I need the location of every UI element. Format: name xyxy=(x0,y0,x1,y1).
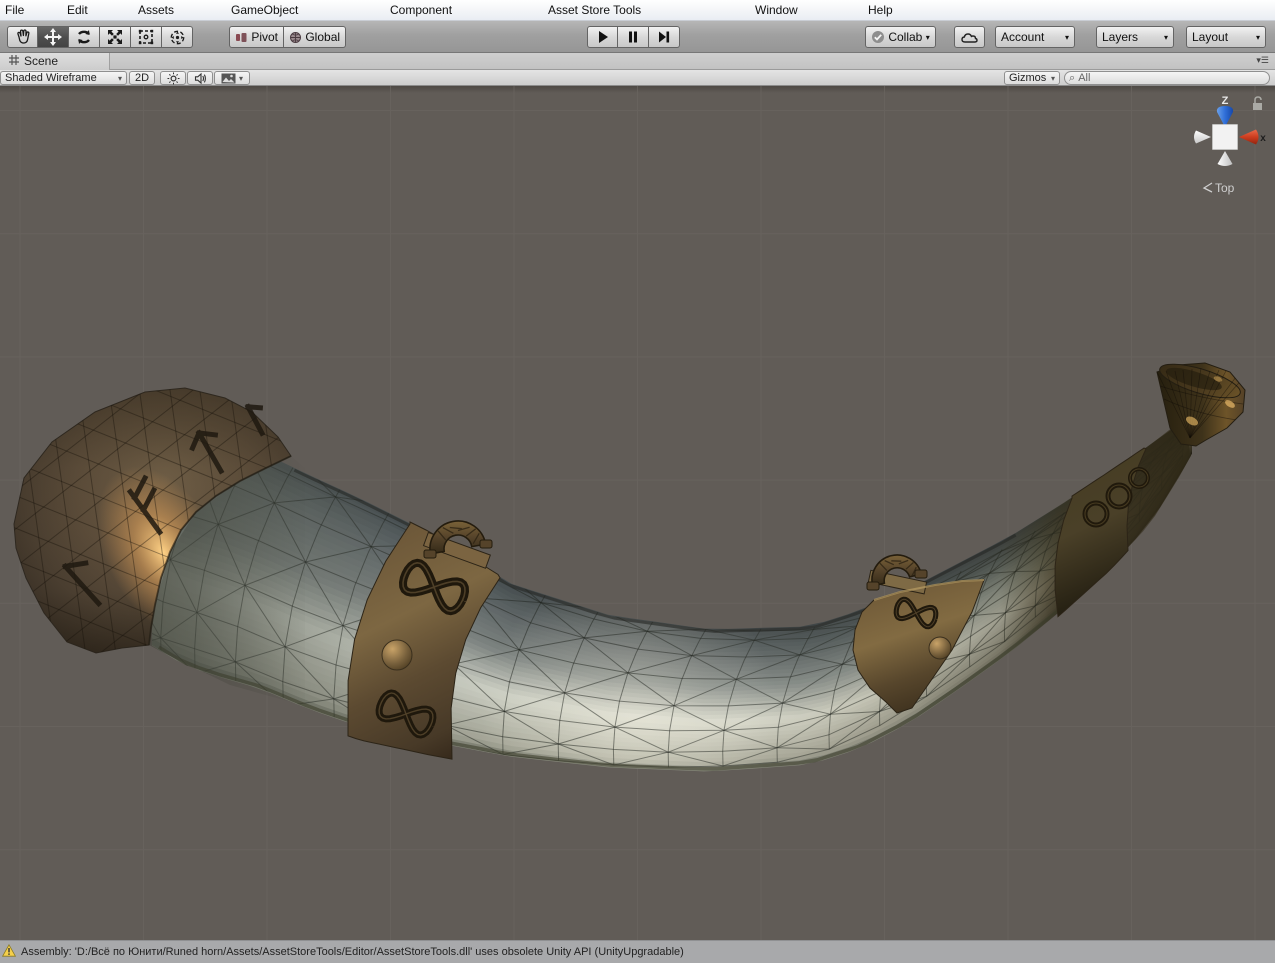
svg-text:x: x xyxy=(1260,133,1266,144)
svg-text:Top: Top xyxy=(1215,181,1235,195)
svg-text:Z: Z xyxy=(1222,95,1229,107)
